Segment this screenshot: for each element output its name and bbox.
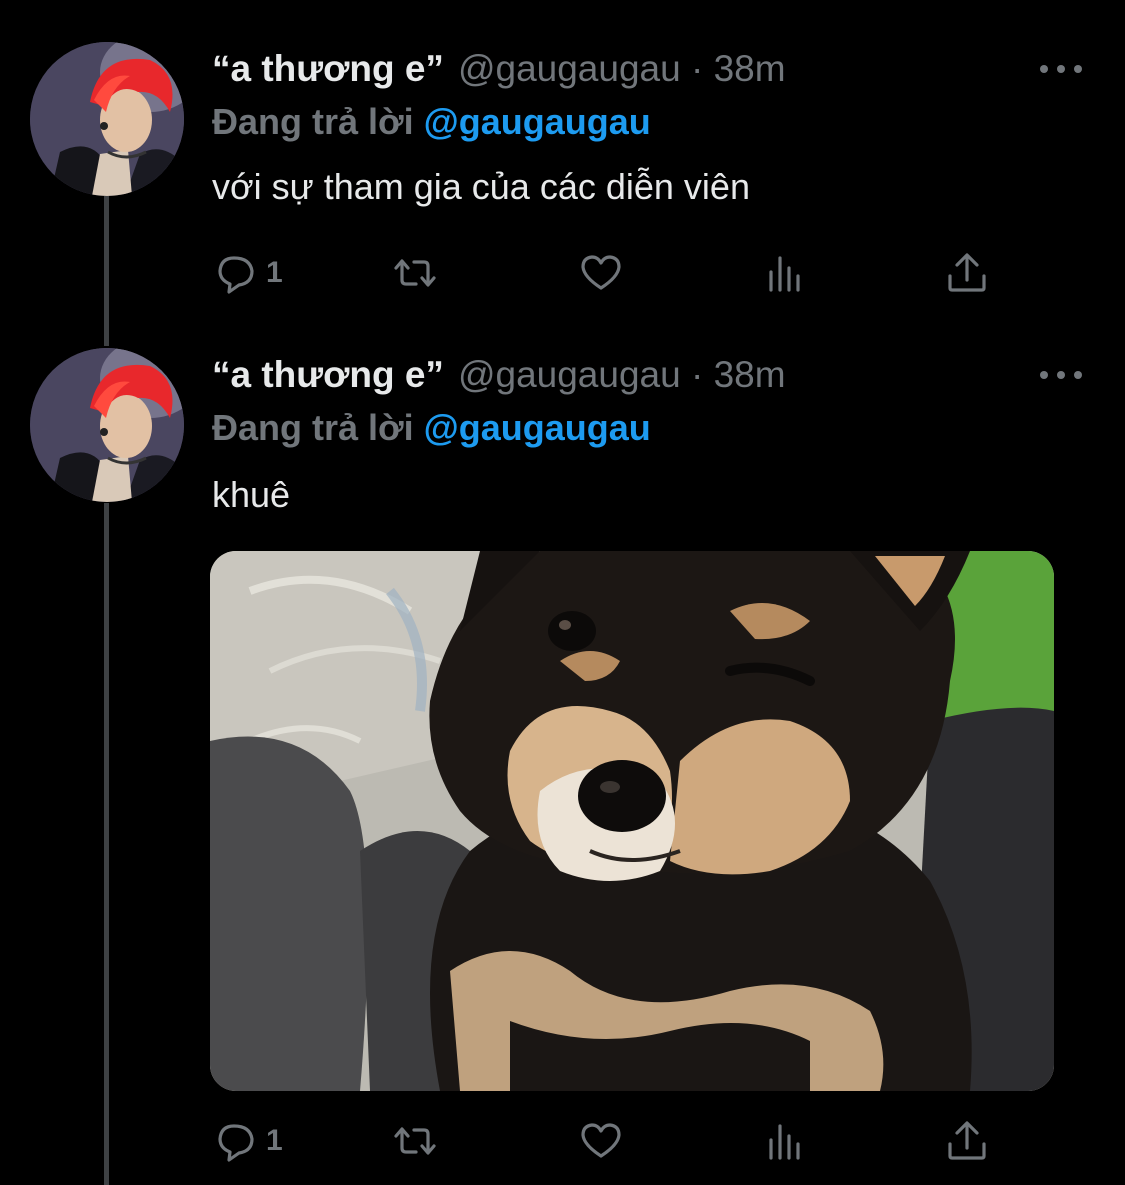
tweet-actions: 1 [212, 246, 1002, 300]
like-icon [581, 255, 621, 290]
retweet-icon [394, 259, 436, 287]
reply-context: Đang trả lời @gaugaugau [212, 407, 651, 449]
share-button[interactable] [944, 1114, 990, 1168]
share-icon [948, 1121, 986, 1160]
thread-connector [104, 503, 109, 1185]
like-icon [581, 1123, 621, 1158]
display-name[interactable]: “a thương e” [212, 354, 444, 396]
reply-button[interactable]: 1 [214, 1114, 283, 1168]
separator-dot: · [690, 354, 704, 395]
separator-dot: · [690, 48, 704, 89]
retweet-button[interactable] [392, 246, 438, 300]
views-icon [769, 256, 800, 292]
display-name[interactable]: “a thương e” [212, 48, 444, 90]
tweet-media-image[interactable] [210, 551, 1054, 1091]
user-handle[interactable]: @gaugaugau [458, 354, 681, 395]
timestamp[interactable]: 38m [714, 48, 786, 89]
retweet-button[interactable] [392, 1114, 438, 1168]
like-button[interactable] [578, 1114, 624, 1168]
reply-icon [218, 256, 254, 294]
like-button[interactable] [578, 246, 624, 300]
retweet-icon [394, 1127, 436, 1155]
more-icon[interactable] [1040, 368, 1082, 382]
avatar[interactable] [30, 348, 184, 502]
reply-count: 1 [266, 1124, 283, 1157]
reply-mention-link[interactable]: @gaugaugau [424, 101, 651, 142]
tweet-text: với sự tham gia của các diễn viên [212, 166, 750, 207]
views-button[interactable] [762, 1114, 808, 1168]
thread-view: “a thương e” @gaugaugau · 38m Đang trả l… [0, 0, 1125, 1185]
tweet-header: “a thương e” @gaugaugau · 38m [212, 48, 786, 90]
reply-count: 1 [266, 256, 283, 289]
reply-icon [218, 1124, 254, 1162]
reply-mention-link[interactable]: @gaugaugau [424, 407, 651, 448]
handle-time: @gaugaugau · 38m [458, 48, 786, 90]
timestamp[interactable]: 38m [714, 354, 786, 395]
more-icon[interactable] [1040, 62, 1082, 76]
views-icon [769, 1124, 800, 1160]
tweet-actions: 1 [212, 1114, 1002, 1168]
tweet-text: khuê [212, 474, 291, 515]
reply-context: Đang trả lời @gaugaugau [212, 101, 651, 143]
reply-prefix: Đang trả lời [212, 407, 414, 448]
tweet-header: “a thương e” @gaugaugau · 38m [212, 354, 786, 396]
user-handle[interactable]: @gaugaugau [458, 48, 681, 89]
reply-prefix: Đang trả lời [212, 101, 414, 142]
share-icon [948, 253, 986, 292]
views-button[interactable] [762, 246, 808, 300]
reply-button[interactable]: 1 [214, 246, 283, 300]
share-button[interactable] [944, 246, 990, 300]
thread-connector [104, 196, 109, 346]
handle-time: @gaugaugau · 38m [458, 354, 786, 396]
shiba-dog-photo [210, 551, 1054, 1091]
avatar[interactable] [30, 42, 184, 196]
